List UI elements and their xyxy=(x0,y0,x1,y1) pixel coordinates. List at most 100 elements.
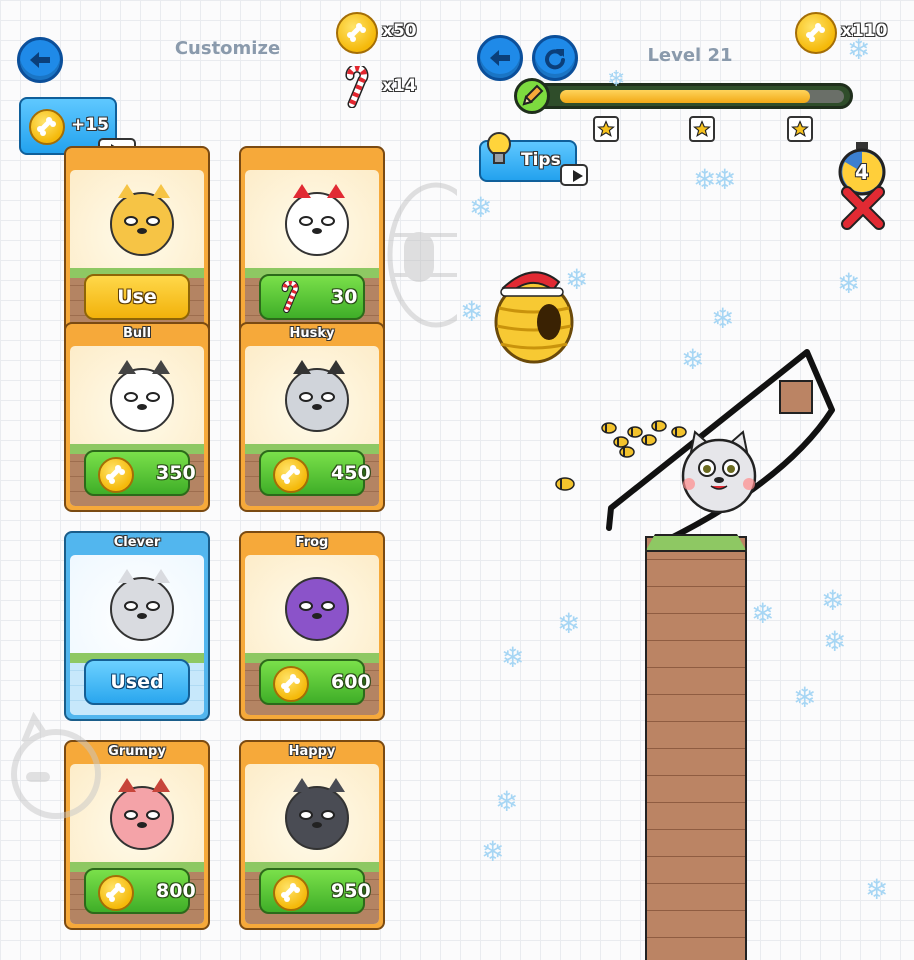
card-scene: 600 xyxy=(245,555,379,715)
price: 30 xyxy=(331,286,358,308)
candy-cane-icon xyxy=(281,279,299,314)
skin-card[interactable]: 30 xyxy=(239,146,385,336)
star-icon xyxy=(787,116,813,142)
buy-button[interactable]: 350 xyxy=(84,450,196,496)
ink-progress-track xyxy=(560,90,844,103)
buy-button[interactable]: 950 xyxy=(259,868,371,914)
bull-dog-avatar-icon xyxy=(110,360,174,432)
happy-cat-avatar-icon xyxy=(285,778,349,850)
skin-name: Happy xyxy=(288,744,336,759)
bone-icon xyxy=(106,883,125,902)
customize-screen: Customize x50 x14 +15 Use 30 Bull 350 Husky 4… xyxy=(0,0,457,960)
frog-avatar-icon xyxy=(285,577,349,641)
card-scene: 350 xyxy=(70,346,204,506)
bone-icon xyxy=(37,117,56,136)
snowflake-icon: ❄ xyxy=(847,33,871,66)
coin-icon xyxy=(29,109,65,145)
fail-x-icon xyxy=(841,186,885,230)
coin-icon xyxy=(336,12,378,54)
level-screen: Level 21 x110 Tips 4 ❄ ❄ ❄ ❄ ❄ ❄ ❄ ❄ ❄ ❄… xyxy=(457,0,914,960)
skin-card[interactable]: Husky 450 xyxy=(239,322,385,512)
bone-icon xyxy=(281,465,300,484)
grass-ledge xyxy=(645,534,747,552)
husky-avatar-icon xyxy=(285,360,349,432)
back-button[interactable] xyxy=(17,37,63,83)
reward-amount: +15 xyxy=(71,115,109,135)
snowflake-icon: ❄ xyxy=(557,607,581,640)
wooden-box xyxy=(779,380,813,414)
price: 800 xyxy=(156,880,196,902)
lightbulb-icon xyxy=(487,132,511,164)
clever-cat-character xyxy=(681,430,757,514)
skin-card[interactable]: Use xyxy=(64,146,210,336)
use-button[interactable]: Use xyxy=(84,274,190,320)
star-icon xyxy=(593,116,619,142)
snowflake-icon: ❄ xyxy=(495,785,519,818)
skin-card[interactable]: Bull 350 xyxy=(64,322,210,512)
card-scene: Use xyxy=(70,170,204,330)
card-scene: 450 xyxy=(245,346,379,506)
card-scene: 30 xyxy=(245,170,379,330)
skin-name: Clever xyxy=(113,535,161,550)
ink-progress-bar xyxy=(514,78,853,114)
bone-icon xyxy=(106,465,125,484)
snowflake-icon: ❄ xyxy=(865,873,889,906)
star-icon xyxy=(689,116,715,142)
tips-label: Tips xyxy=(521,150,561,170)
back-button[interactable] xyxy=(477,35,523,81)
coin-icon xyxy=(98,875,134,911)
skin-name: Frog xyxy=(295,535,329,550)
pig-avatar-icon xyxy=(110,778,174,850)
coin-count: x50 xyxy=(382,21,417,41)
faded-cat-decoration xyxy=(11,712,101,819)
candy-cane-icon xyxy=(345,66,369,108)
shiba-avatar-icon xyxy=(110,184,174,256)
coin-icon xyxy=(273,875,309,911)
buy-button[interactable]: 600 xyxy=(259,659,371,705)
bone-icon xyxy=(806,23,825,42)
snowflake-icon: ❄ xyxy=(607,67,626,92)
card-scene: 950 xyxy=(245,764,379,924)
ink-progress-fill xyxy=(560,90,810,103)
card-scene: Used xyxy=(70,555,204,715)
santa-avatar-icon xyxy=(285,184,349,256)
restart-icon xyxy=(545,49,565,70)
snowflake-icon: ❄ xyxy=(823,625,847,658)
skin-name: Husky xyxy=(289,326,335,341)
bone-icon xyxy=(281,674,300,693)
arrow-left-icon xyxy=(30,52,50,68)
buy-button[interactable]: 800 xyxy=(84,868,196,914)
candy-count: x14 xyxy=(382,76,417,96)
page-title: Customize xyxy=(174,38,281,59)
used-button[interactable]: Used xyxy=(84,659,190,705)
price: 600 xyxy=(331,671,371,693)
snowflake-icon: ❄ xyxy=(481,835,505,868)
skin-card[interactable]: Frog 600 xyxy=(239,531,385,721)
snowflake-icon: ❄ xyxy=(469,191,493,224)
level-title: Level 21 xyxy=(647,45,733,66)
restart-button[interactable] xyxy=(532,35,578,81)
snowflake-icon: ❄ xyxy=(711,302,735,335)
button-label: Use xyxy=(117,286,157,308)
coin-icon xyxy=(795,12,837,54)
video-icon xyxy=(560,164,588,186)
snowflake-icon: ❄ xyxy=(793,681,817,714)
coin-icon xyxy=(273,666,309,702)
bone-icon xyxy=(281,883,300,902)
beehive-icon xyxy=(494,271,574,364)
buy-button[interactable]: 450 xyxy=(259,450,371,496)
faded-beehive-decoration xyxy=(387,182,457,328)
price: 350 xyxy=(156,462,196,484)
bone-icon xyxy=(347,23,366,42)
price: 950 xyxy=(331,880,371,902)
clever-cat-avatar-icon xyxy=(110,569,174,641)
price: 450 xyxy=(331,462,371,484)
buy-button[interactable]: 30 xyxy=(259,274,365,320)
brick-tower xyxy=(645,536,747,960)
skin-card[interactable]: Happy 950 xyxy=(239,740,385,930)
snowflake-icon: ❄ xyxy=(751,597,775,630)
skin-card[interactable]: Clever Used xyxy=(64,531,210,721)
coin-icon xyxy=(273,457,309,493)
timer-value: 4 xyxy=(855,160,869,184)
bee-icon xyxy=(555,477,575,491)
